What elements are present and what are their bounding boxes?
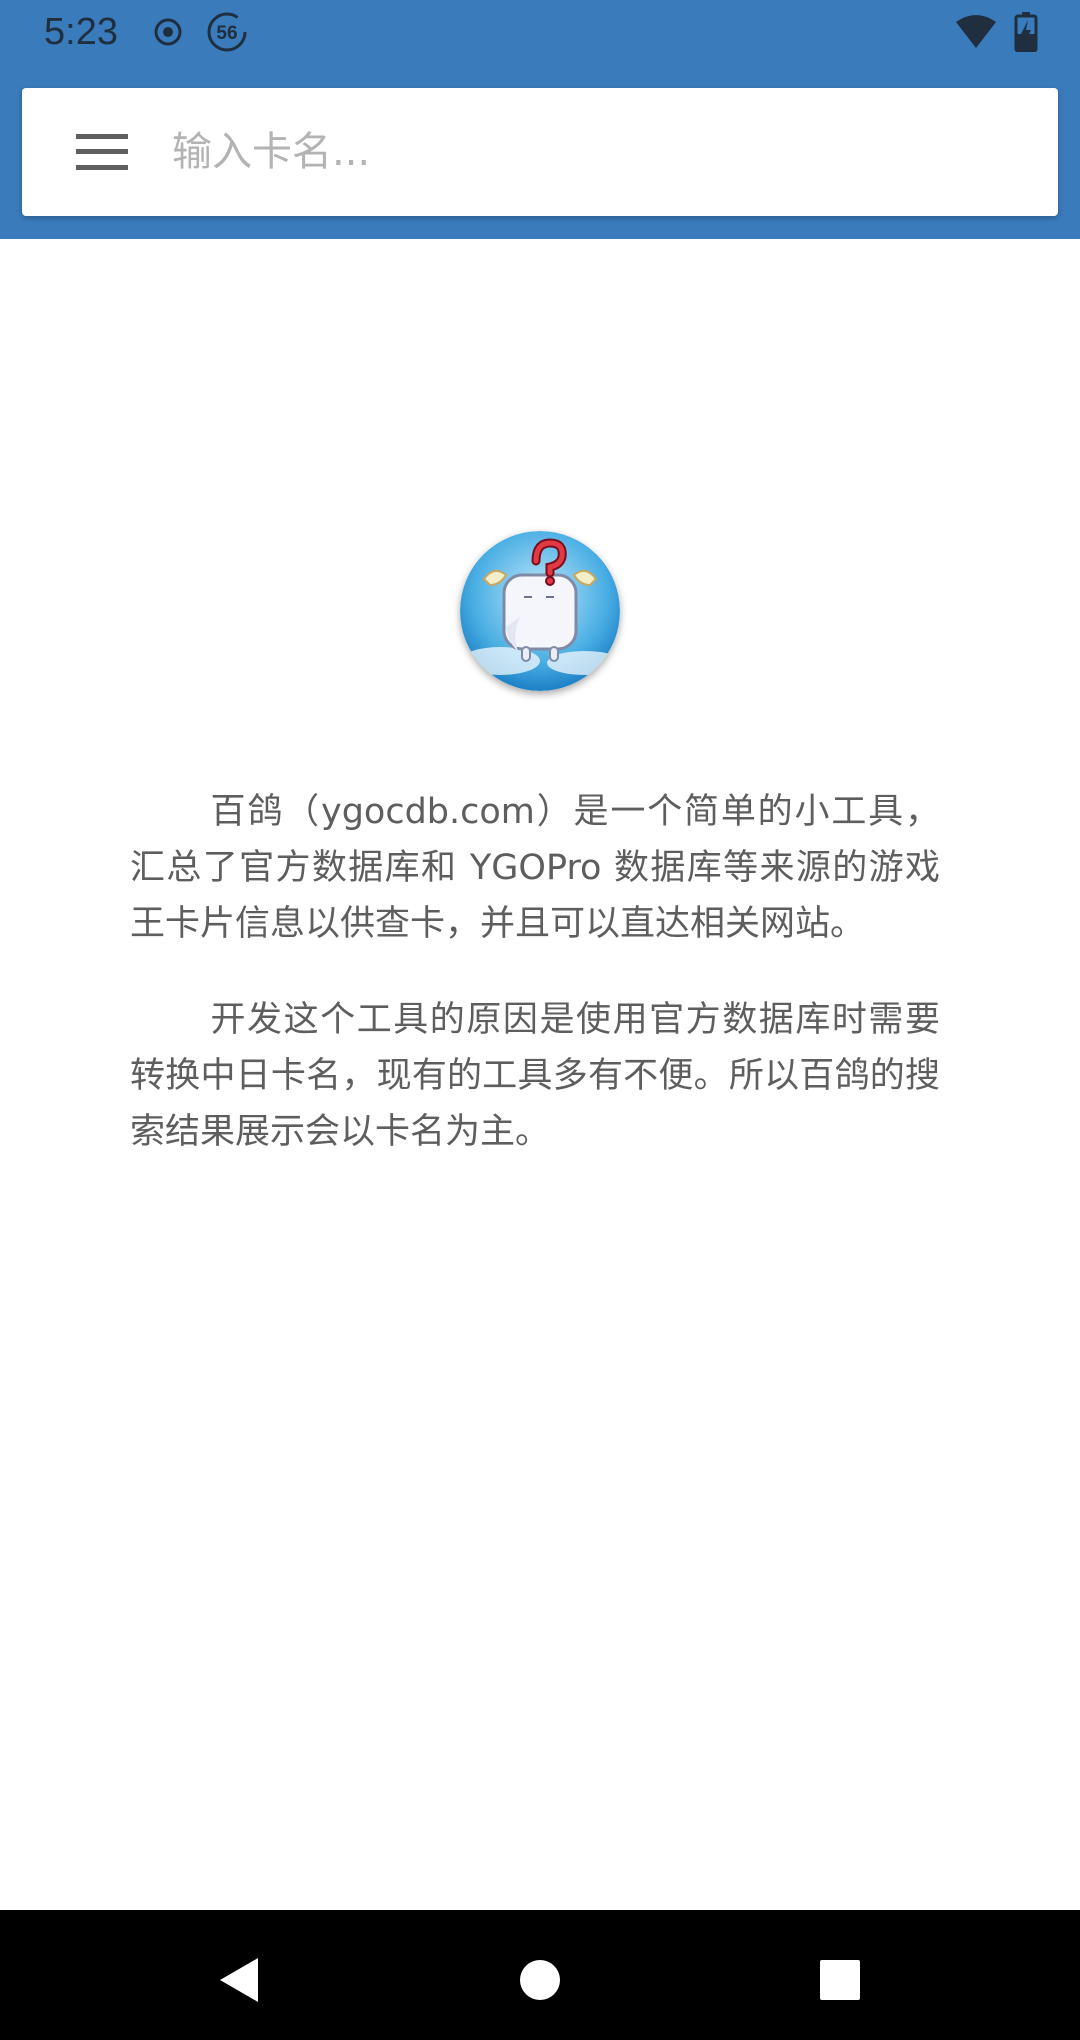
back-icon[interactable] xyxy=(212,1952,268,2008)
menu-button[interactable] xyxy=(64,114,140,190)
status-time: 5:23 xyxy=(44,11,118,53)
search-bar xyxy=(22,88,1058,216)
wifi-icon xyxy=(956,15,996,48)
record-icon xyxy=(154,18,182,46)
main-content: 百鸽（ygocdb.com）是一个简单的小工具，汇总了官方数据库和 YGOPro… xyxy=(0,239,1080,1910)
navigation-bar xyxy=(0,1910,1080,2040)
mascot-logo-icon xyxy=(460,531,620,691)
search-input[interactable] xyxy=(172,112,1032,192)
data-saver-icon: 56 xyxy=(207,12,247,52)
about-paragraph-2: 开发这个工具的原因是使用官方数据库时需要转换中日卡名，现有的工具多有不便。所以百… xyxy=(130,1000,940,1152)
about-text: 百鸽（ygocdb.com）是一个简单的小工具，汇总了官方数据库和 YGOPro… xyxy=(130,784,940,1200)
hamburger-menu-icon xyxy=(76,134,128,170)
battery-charging-icon xyxy=(1014,12,1038,52)
app-logo xyxy=(460,531,620,691)
about-paragraph-1: 百鸽（ygocdb.com）是一个简单的小工具，汇总了官方数据库和 YGOPro… xyxy=(130,792,940,944)
home-icon[interactable] xyxy=(512,1952,568,2008)
data-saver-number: 56 xyxy=(216,23,237,44)
app-bar xyxy=(0,64,1080,239)
status-bar: 5:23 56 xyxy=(0,0,1080,64)
recents-icon[interactable] xyxy=(812,1952,868,2008)
